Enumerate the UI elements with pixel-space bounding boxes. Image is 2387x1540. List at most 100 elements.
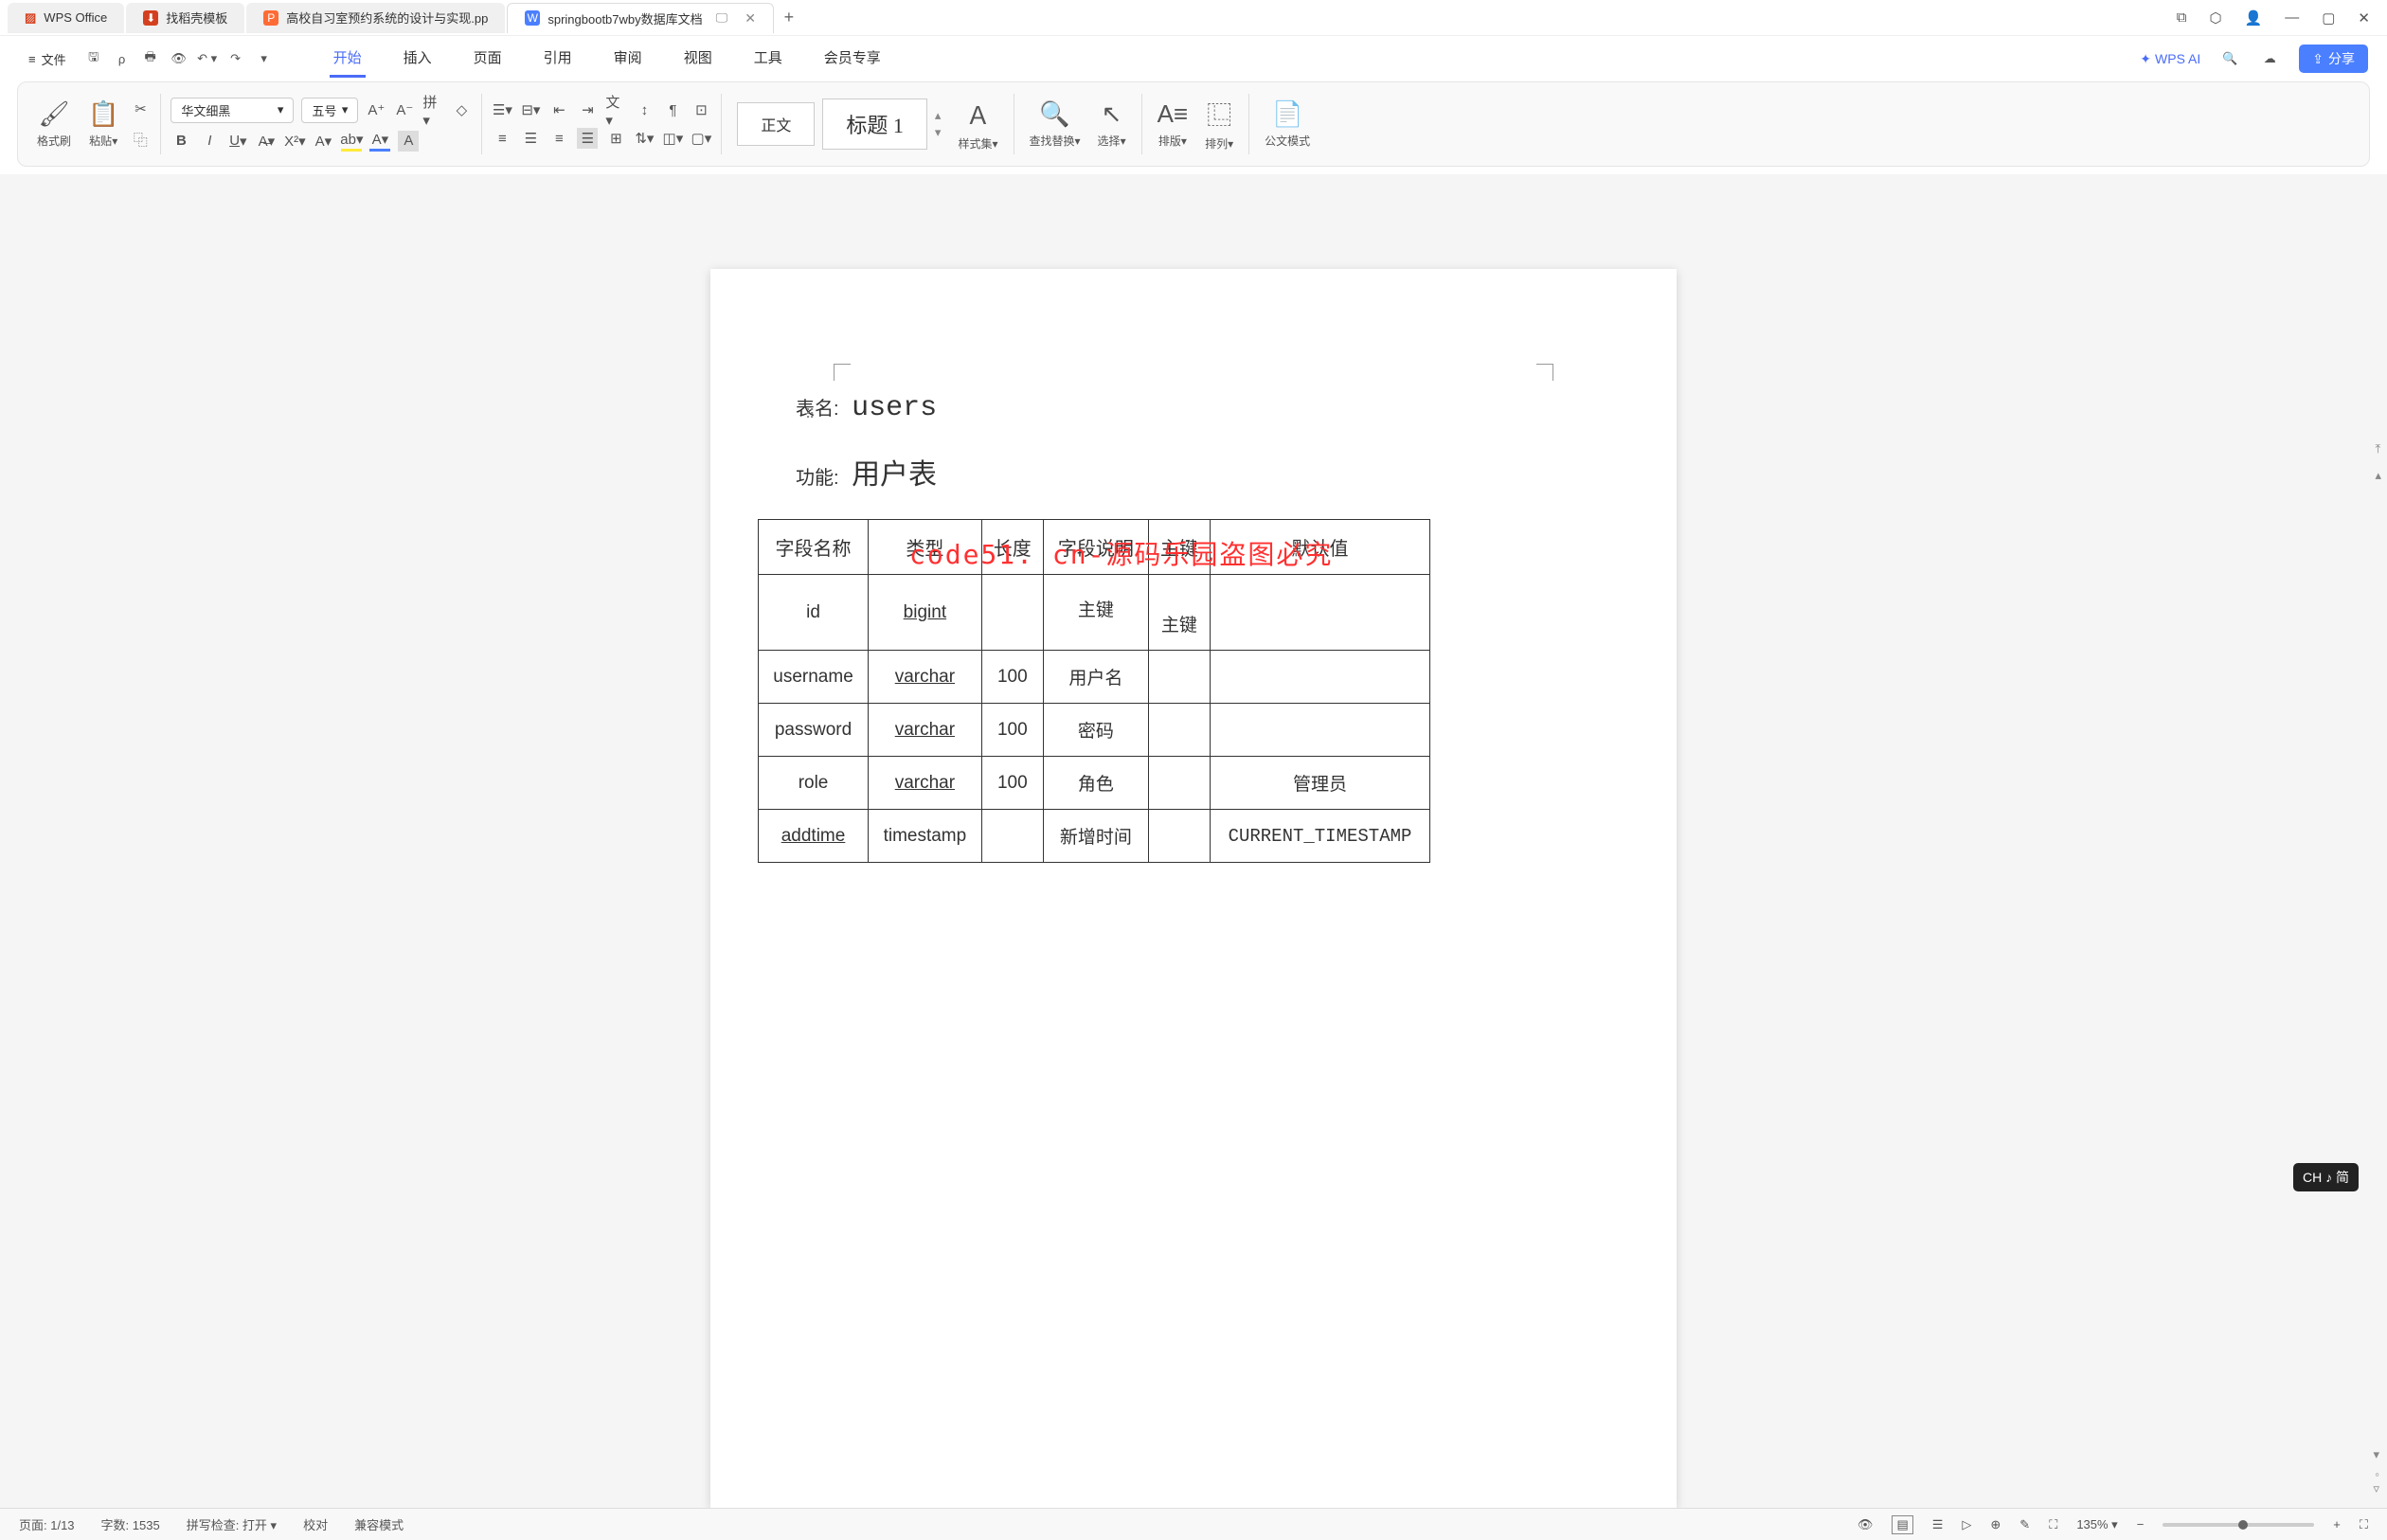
text-direction-icon[interactable]: 文▾ (605, 99, 626, 120)
format-painter-group[interactable]: 🖌 格式刷 (31, 99, 77, 149)
font-color-icon[interactable]: A▾ (369, 131, 390, 152)
redo-icon[interactable]: ↷ (225, 48, 246, 69)
tab-page[interactable]: 页面 (470, 40, 506, 78)
align-justify-icon[interactable]: ☰ (577, 128, 598, 149)
copy-icon[interactable]: ⿻ (130, 129, 151, 150)
sort-icon[interactable]: ↕ (634, 99, 655, 120)
arrange-button[interactable]: ⿺ 排列▾ (1199, 97, 1239, 152)
eye-icon[interactable]: 👁 (1858, 1517, 1874, 1532)
undo-icon[interactable]: ↶ ▾ (197, 48, 218, 69)
underline-icon[interactable]: U▾ (227, 131, 248, 152)
show-marks-icon[interactable]: ⊡ (691, 99, 711, 120)
page-indicator[interactable]: 页面: 1/13 (19, 1515, 75, 1533)
tab-ppt-doc[interactable]: P 高校自习室预约系统的设计与实现.pp (246, 3, 505, 33)
collapse-icon[interactable]: ⤒ (2373, 439, 2383, 458)
clear-format-icon[interactable]: ◇ (451, 99, 472, 120)
zoom-value[interactable]: 135% ▾ (2076, 1517, 2117, 1532)
align-left-icon[interactable]: ≡ (492, 128, 512, 149)
word-count[interactable]: 字数: 1535 (101, 1515, 160, 1533)
tab-home[interactable]: 开始 (330, 40, 366, 78)
shading-icon[interactable]: ◫▾ (662, 128, 683, 149)
bold-icon[interactable]: B (170, 131, 191, 152)
italic-icon[interactable]: I (199, 131, 220, 152)
view-outline-icon[interactable]: ☰ (1932, 1517, 1944, 1532)
search-icon[interactable]: 🔍 (2219, 48, 2240, 69)
tab-member[interactable]: 会员专享 (820, 40, 885, 78)
numbering-icon[interactable]: ⊟▾ (520, 99, 541, 120)
ime-indicator[interactable]: CH ♪ 简 (2293, 1163, 2359, 1191)
zoom-in-icon[interactable]: + (2333, 1517, 2341, 1531)
print-icon[interactable]: 🖶 (140, 48, 161, 69)
tab-wps-home[interactable]: ▨ WPS Office (8, 3, 124, 33)
tab-close-icon[interactable]: ✕ (745, 10, 756, 27)
decrease-indent-icon[interactable]: ⇤ (548, 99, 569, 120)
compat-mode[interactable]: 兼容模式 (354, 1515, 404, 1533)
decrease-font-icon[interactable]: A⁻ (394, 99, 415, 120)
paste-group[interactable]: 📋 粘贴▾ (82, 99, 124, 149)
window-copy-icon[interactable]: ⧉ (2177, 9, 2187, 26)
cut-icon[interactable]: ✂ (130, 98, 151, 119)
tab-reference[interactable]: 引用 (540, 40, 576, 78)
styleset-button[interactable]: Ａ 样式集▾ (952, 97, 1003, 152)
bullets-icon[interactable]: ☰▾ (492, 99, 512, 120)
close-icon[interactable]: ✕ (2358, 9, 2370, 27)
page-nav-down-icon[interactable]: ▿ (2371, 1479, 2381, 1498)
new-tab-button[interactable]: + (776, 5, 802, 31)
align-right-icon[interactable]: ≡ (548, 128, 569, 149)
align-center-icon[interactable]: ☰ (520, 128, 541, 149)
wps-ai-button[interactable]: ✦WPS AI (2140, 51, 2200, 67)
view-page-icon[interactable]: ▤ (1892, 1515, 1912, 1534)
style-normal[interactable]: 正文 (737, 102, 815, 146)
proof-status[interactable]: 校对 (303, 1515, 328, 1533)
formula-mode-button[interactable]: 📄 公文模式 (1259, 99, 1316, 149)
tab-tools[interactable]: 工具 (750, 40, 786, 78)
font-name-select[interactable]: 华文细黑▾ (170, 98, 294, 123)
file-menu-button[interactable]: ≡ 文件 (19, 46, 76, 72)
style-heading1[interactable]: 标题 1 (822, 98, 927, 150)
avatar-icon[interactable]: 👤 (2245, 9, 2263, 27)
zoom-slider[interactable] (2163, 1523, 2314, 1527)
save-icon[interactable]: 🖫 (83, 48, 104, 69)
select-button[interactable]: ↖ 选择▾ (1092, 99, 1132, 149)
tab-templates[interactable]: ⬇ 找稻壳模板 (126, 3, 244, 33)
up-icon[interactable]: ▴ (2373, 466, 2383, 485)
zoom-out-icon[interactable]: − (2137, 1517, 2145, 1531)
pen-icon[interactable]: ✎ (2019, 1517, 2030, 1532)
char-shading-icon[interactable]: A (398, 131, 419, 152)
tab-word-doc-active[interactable]: W springbootb7wby数据库文档 🖵 ✕ (507, 3, 774, 33)
export-icon[interactable]: ρ (112, 48, 133, 69)
distribute-icon[interactable]: ⊞ (605, 128, 626, 149)
line-spacing-icon[interactable]: ⇅▾ (634, 128, 655, 149)
fullscreen-icon[interactable]: ⛶ (2360, 1517, 2368, 1532)
tab-insert[interactable]: 插入 (400, 40, 436, 78)
increase-indent-icon[interactable]: ⇥ (577, 99, 598, 120)
borders-icon[interactable]: ▢▾ (691, 128, 711, 149)
style-scroll[interactable]: ▴▾ (935, 108, 942, 140)
strike-icon[interactable]: A̶▾ (256, 131, 277, 152)
qat-more-icon[interactable]: ▾ (254, 48, 275, 69)
document-canvas[interactable]: ⠿ code51. cn-源码乐园盗图必究 表名: users 功能: 用户表 … (0, 174, 2387, 1508)
highlight-icon[interactable]: ab▾ (341, 131, 362, 152)
maximize-icon[interactable]: ▢ (2322, 9, 2335, 27)
focus-icon[interactable]: ⛶ (2049, 1517, 2057, 1532)
minimize-icon[interactable]: — (2285, 9, 2299, 26)
page-down-icon[interactable]: ▾ (2371, 1445, 2381, 1464)
drag-handle-icon[interactable]: ⠿ (805, 406, 815, 422)
view-read-icon[interactable]: ▷ (1962, 1517, 1971, 1532)
view-web-icon[interactable]: ⊕ (1990, 1517, 2001, 1532)
tab-review[interactable]: 审阅 (610, 40, 646, 78)
line-break-icon[interactable]: ¶ (662, 99, 683, 120)
zoom-thumb[interactable] (2238, 1520, 2248, 1530)
layout-button[interactable]: A≡ 排版▾ (1152, 99, 1194, 149)
share-button[interactable]: ⇪分享 (2299, 45, 2368, 73)
cloud-icon[interactable]: ☁ (2259, 48, 2280, 69)
preview-icon[interactable]: 👁 (169, 48, 189, 69)
phonetic-icon[interactable]: 拼▾ (422, 99, 443, 120)
find-replace-button[interactable]: 🔍 查找替换▾ (1024, 99, 1086, 149)
font-size-select[interactable]: 五号▾ (301, 98, 358, 123)
tab-view[interactable]: 视图 (680, 40, 716, 78)
cube-icon[interactable]: ⬡ (2209, 9, 2221, 27)
superscript-icon[interactable]: X²▾ (284, 131, 305, 152)
text-effect-icon[interactable]: A▾ (313, 131, 333, 152)
spellcheck-status[interactable]: 拼写检查: 打开 ▾ (187, 1515, 277, 1533)
